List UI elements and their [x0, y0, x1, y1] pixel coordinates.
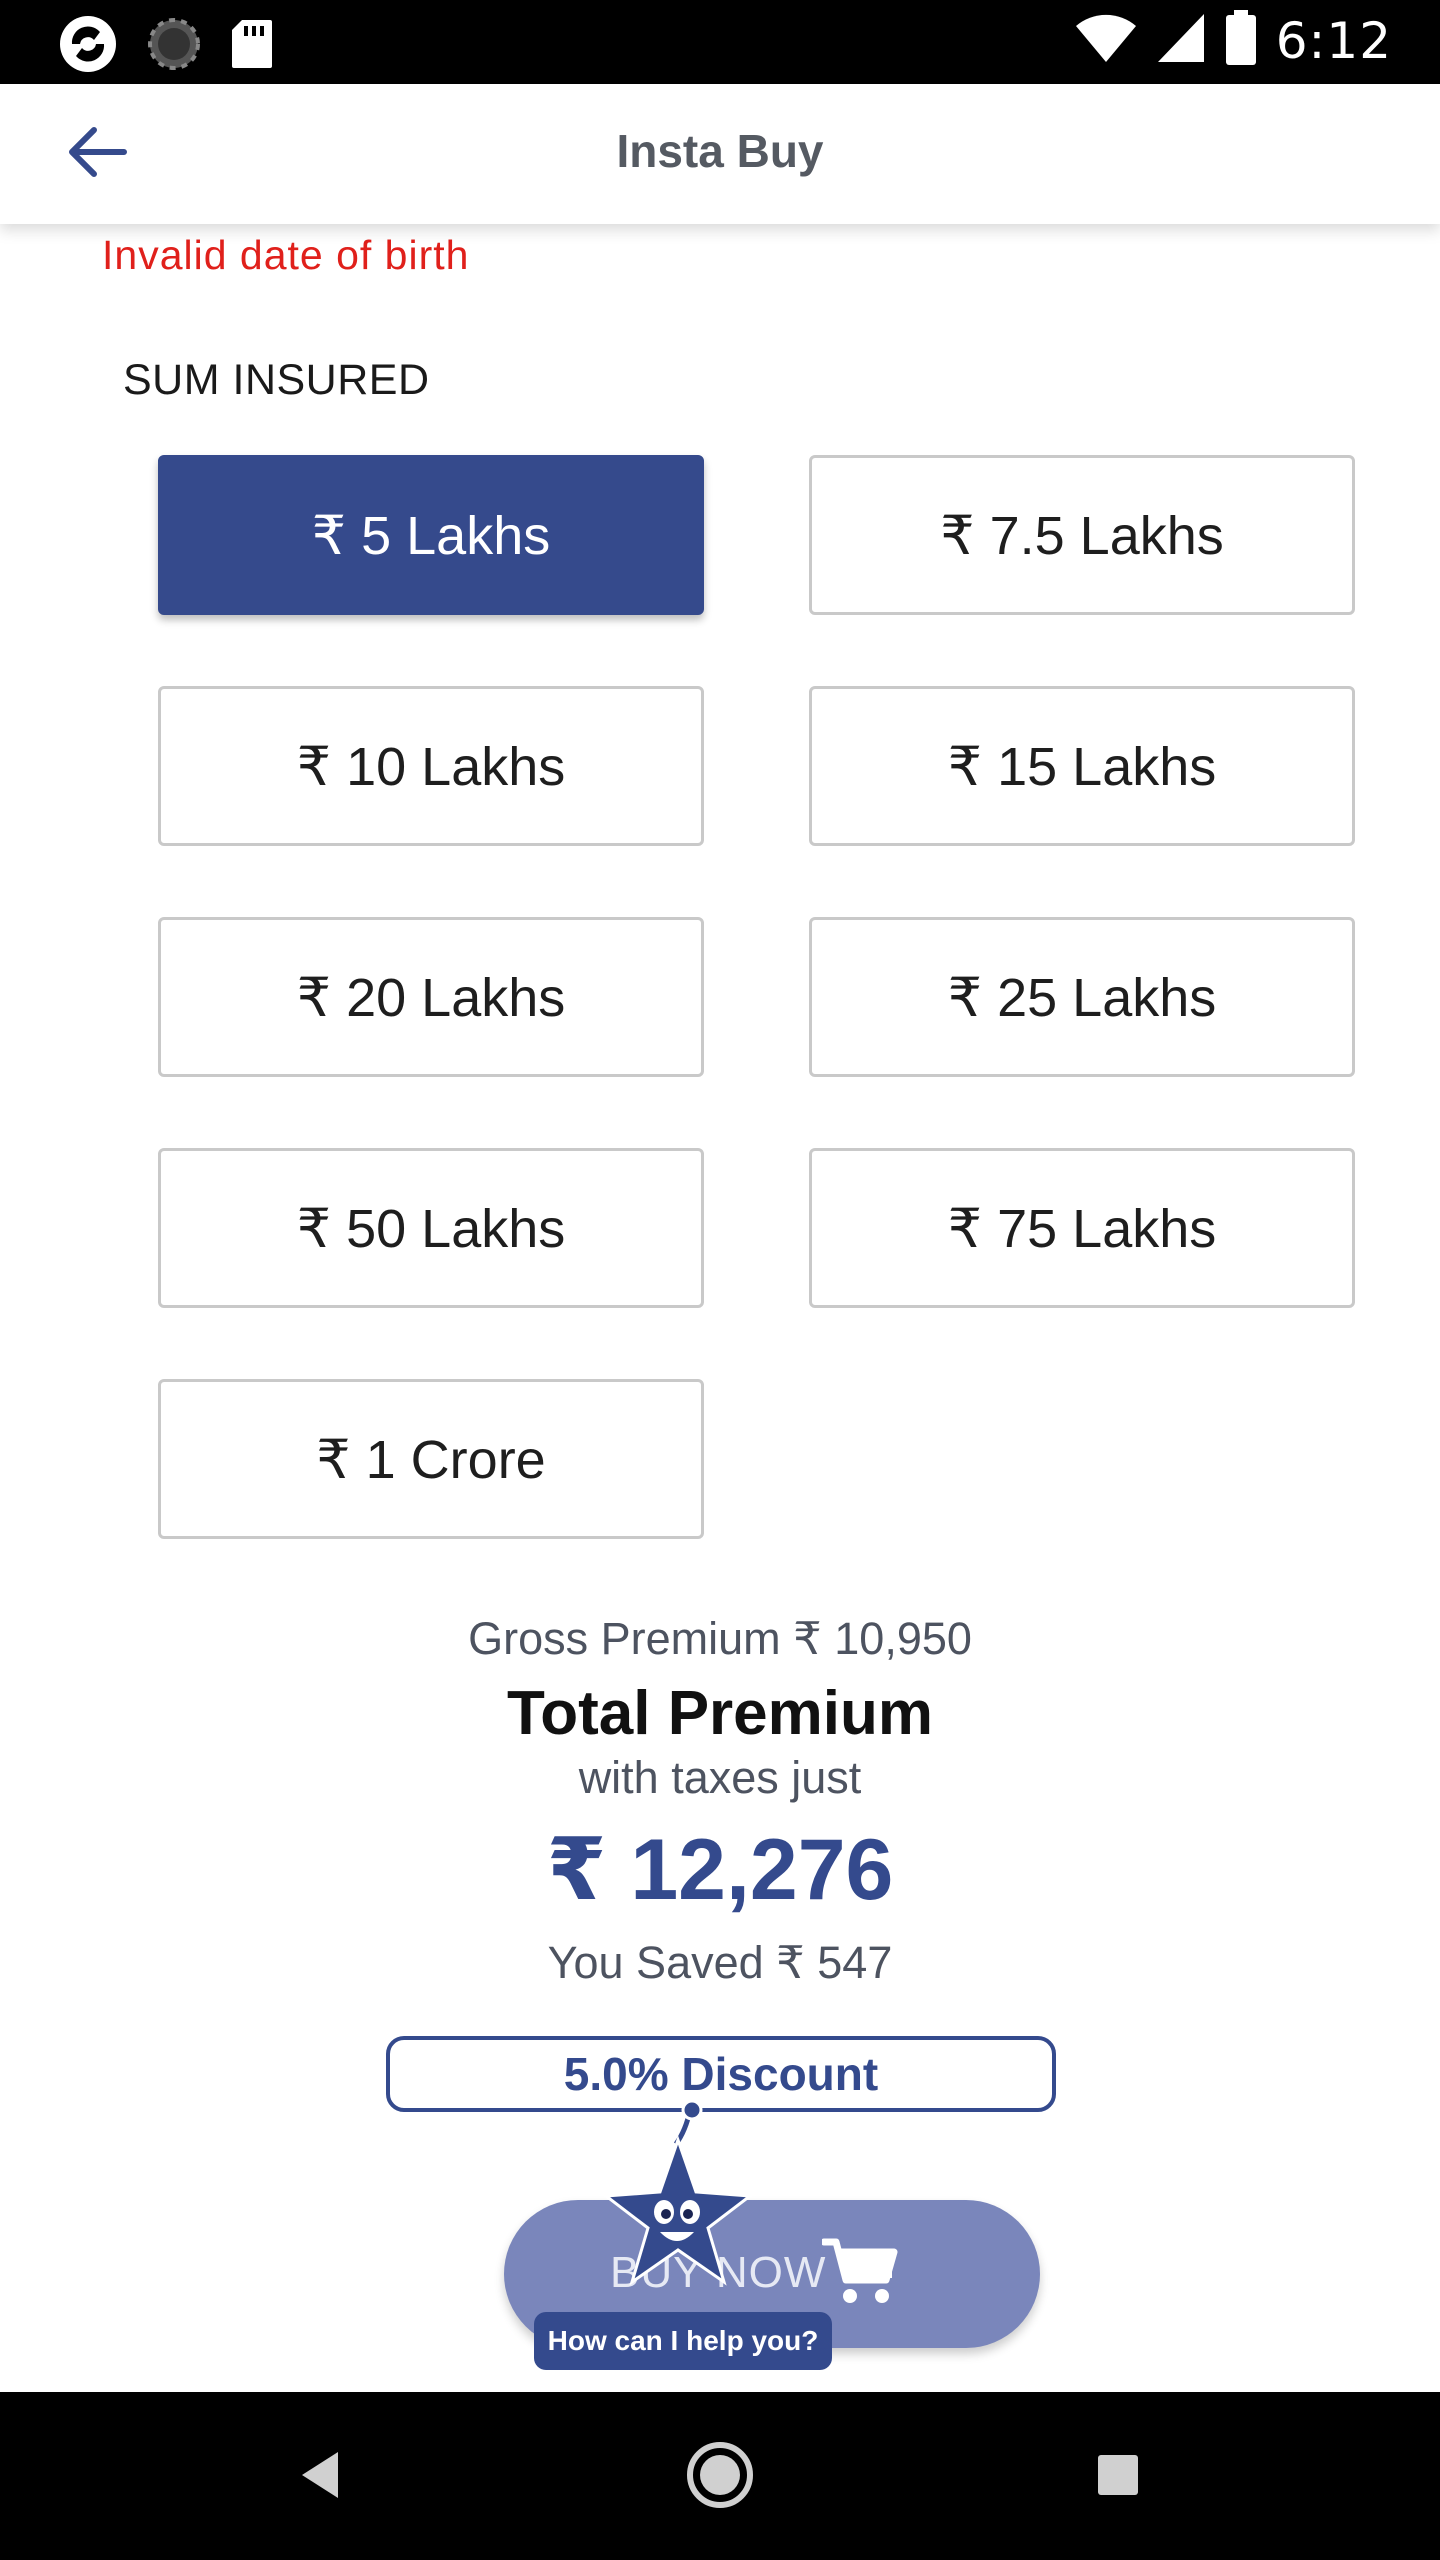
sum-option-15-lakhs[interactable]: ₹ 15 Lakhs — [809, 686, 1355, 846]
back-triangle-icon — [298, 2450, 342, 2505]
nav-home-button[interactable] — [670, 2432, 770, 2522]
help-chat-bubble[interactable]: How can I help you? — [534, 2312, 832, 2370]
total-premium-amount: ₹ 12,276 — [546, 1822, 894, 1918]
sum-option-50-lakhs[interactable]: ₹ 50 Lakhs — [158, 1148, 704, 1308]
gross-premium: Gross Premium ₹ 10,950 — [468, 1613, 972, 1664]
sd-card-icon — [230, 18, 274, 75]
sum-option-25-lakhs[interactable]: ₹ 25 Lakhs — [809, 917, 1355, 1077]
total-premium-title: Total Premium — [506, 1679, 934, 1748]
sum-option-20-lakhs[interactable]: ₹ 20 Lakhs — [158, 917, 704, 1077]
app-logo-icon — [58, 14, 118, 79]
sum-option-7-5-lakhs[interactable]: ₹ 7.5 Lakhs — [809, 455, 1355, 615]
saved-amount: You Saved ₹ 547 — [547, 1937, 893, 1988]
star-mascot-icon[interactable] — [590, 2099, 770, 2320]
navigation-bar — [0, 2392, 1440, 2560]
home-circle-icon — [685, 2440, 755, 2515]
sum-option-5-lakhs[interactable]: ₹ 5 Lakhs — [158, 455, 704, 615]
status-right-icons: 6:12 — [1074, 10, 1392, 71]
status-time: 6:12 — [1275, 11, 1392, 70]
recents-square-icon — [1096, 2453, 1140, 2502]
nav-recents-button[interactable] — [1068, 2432, 1168, 2522]
loading-icon — [146, 16, 202, 77]
sum-option-75-lakhs[interactable]: ₹ 75 Lakhs — [809, 1148, 1355, 1308]
status-left-icons — [58, 14, 274, 79]
signal-icon — [1156, 12, 1206, 69]
app-bar: Insta Buy — [0, 84, 1440, 224]
shopping-cart-icon — [820, 2236, 898, 2311]
dob-error-message: Invalid date of birth — [102, 232, 470, 278]
status-bar: 6:12 — [0, 0, 1440, 84]
with-taxes-text: with taxes just — [578, 1752, 862, 1803]
wifi-icon — [1074, 12, 1138, 69]
sum-option-10-lakhs[interactable]: ₹ 10 Lakhs — [158, 686, 704, 846]
battery-icon — [1224, 10, 1258, 71]
sum-option-1-crore[interactable]: ₹ 1 Crore — [158, 1379, 704, 1539]
sum-insured-label: SUM INSURED — [123, 356, 430, 404]
page-title: Insta Buy — [616, 125, 824, 177]
nav-back-button[interactable] — [270, 2432, 370, 2522]
